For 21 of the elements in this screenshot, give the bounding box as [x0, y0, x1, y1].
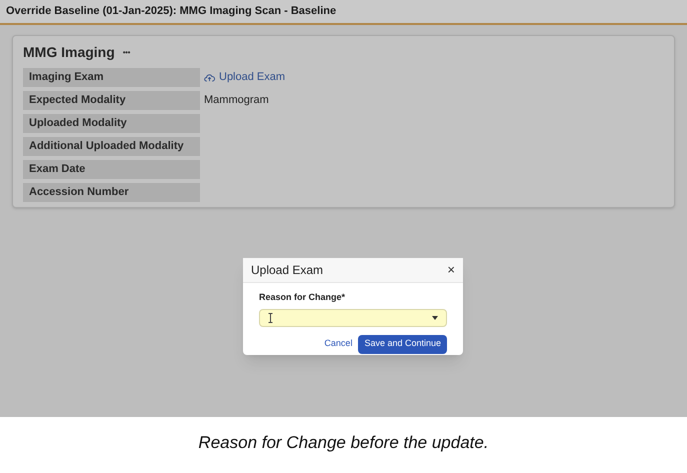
cloud-upload-icon [204, 73, 215, 82]
field-value: Mammogram [204, 93, 269, 108]
reason-select[interactable] [259, 308, 447, 326]
text-cursor-icon [268, 312, 273, 322]
upload-exam-link[interactable]: Upload Exam [204, 69, 286, 86]
save-button[interactable]: Save and Continue [358, 334, 447, 354]
caret-icon [432, 316, 438, 320]
card-title: MMG Imaging [23, 43, 115, 62]
field-label: Reason for Change* [259, 291, 346, 304]
field-label: Additional Uploaded Modality [23, 137, 200, 156]
cancel-button[interactable]: Cancel [324, 337, 352, 351]
dialog-title: Upload Exam [251, 262, 324, 279]
field-label: Accession Number [23, 183, 200, 202]
more-button[interactable]: ••• [122, 46, 130, 58]
caption: Reason for Change before the update. [198, 432, 489, 454]
close-button[interactable]: × [447, 260, 455, 280]
field-label: Imaging Exam [23, 68, 200, 87]
field-label: Expected Modality [23, 91, 200, 110]
page-header: Override Baseline (01-Jan-2025): MMG Imaging Scan - Baseline [0, 0, 687, 25]
field-label: Uploaded Modality [23, 114, 200, 133]
field-label: Exam Date [23, 160, 200, 179]
